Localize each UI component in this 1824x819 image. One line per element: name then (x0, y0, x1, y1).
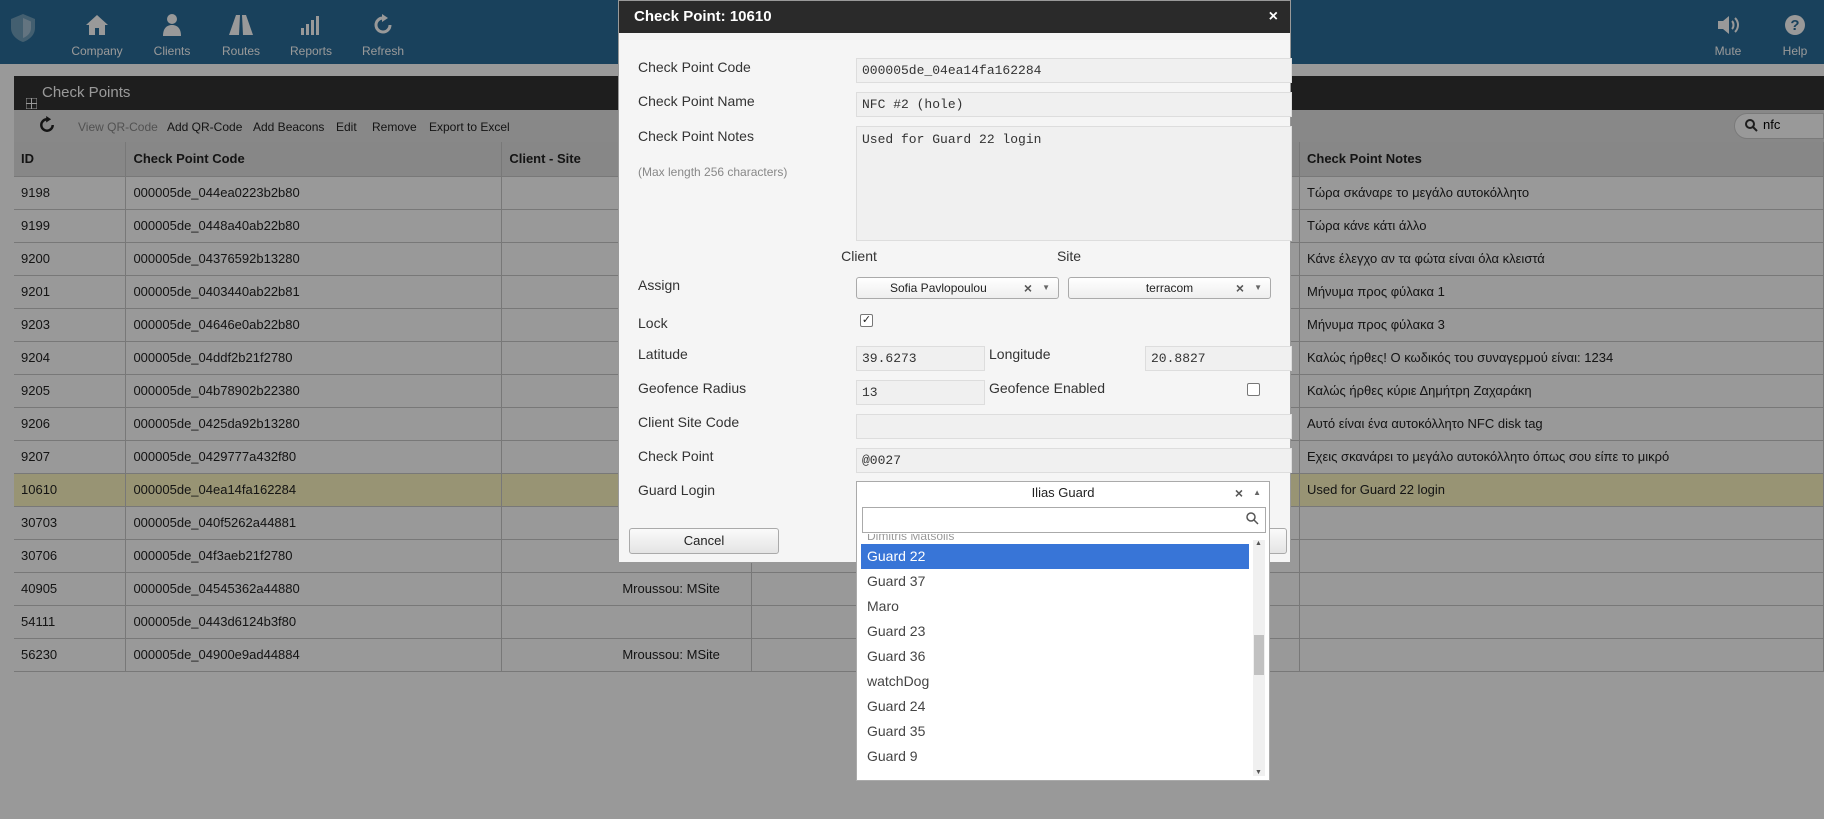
search-icon (1246, 512, 1259, 528)
site-column-header: Site (1056, 248, 1082, 264)
dropdown-option[interactable]: Guard 22 (861, 544, 1249, 569)
client-select[interactable]: Sofia Pavlopoulou × ▼ (856, 277, 1059, 299)
site-select[interactable]: terracom × ▼ (1068, 277, 1271, 299)
check-point-code-label: Check Point Code (638, 59, 751, 75)
scroll-up-icon[interactable]: ▲ (1255, 540, 1262, 547)
longitude-label: Longitude (989, 346, 1051, 362)
check-point-label: Check Point (638, 448, 714, 464)
chevron-down-icon: ▼ (1042, 283, 1050, 292)
dropdown-partial-option[interactable]: Dimitris Matsolis (867, 534, 954, 542)
geofence-enabled-checkbox[interactable] (1247, 383, 1260, 396)
dropdown-option[interactable]: Guard 24 (861, 694, 1249, 719)
latitude-label: Latitude (638, 346, 688, 362)
dropdown-option[interactable]: Guard 9 (861, 744, 1249, 769)
dropdown-search-input[interactable] (862, 507, 1266, 533)
clear-guard-icon[interactable]: × (1235, 482, 1243, 504)
lock-label: Lock (638, 315, 668, 331)
dropdown-option[interactable]: Maro (861, 594, 1249, 619)
clear-client-icon[interactable]: × (1024, 278, 1032, 298)
client-site-code-field[interactable] (856, 414, 1292, 439)
check-point-name-field[interactable]: NFC #2 (hole) (856, 92, 1292, 117)
check-point-notes-label: Check Point Notes (638, 128, 754, 144)
scrollbar-thumb[interactable] (1254, 635, 1264, 675)
dropdown-option[interactable]: Guard 37 (861, 569, 1249, 594)
dropdown-options-list: Guard 22 Guard 37 Maro Guard 23 Guard 36 watc… (861, 544, 1249, 776)
clear-site-icon[interactable]: × (1236, 278, 1244, 298)
chevron-down-icon: ▼ (1254, 283, 1262, 292)
client-site-code-label: Client Site Code (638, 414, 740, 430)
dropdown-option[interactable]: watchDog (861, 669, 1249, 694)
dropdown-option[interactable]: Guard 36 (861, 644, 1249, 669)
chevron-up-icon: ▲ (1253, 488, 1261, 497)
guard-login-dropdown: Dimitris Matsolis Guard 22 Guard 37 Maro Gu… (856, 504, 1270, 781)
check-point-code-field[interactable]: 000005de_04ea14fa162284 (856, 58, 1292, 83)
cancel-button[interactable]: Cancel (629, 528, 779, 554)
geofence-radius-label: Geofence Radius (638, 380, 747, 396)
assign-label: Assign (638, 277, 681, 293)
guard-login-select[interactable]: Ilias Guard × ▲ (856, 481, 1270, 505)
longitude-field[interactable]: 20.8827 (1145, 346, 1292, 371)
client-select-value: Sofia Pavlopoulou (890, 281, 987, 295)
guard-login-value: Ilias Guard (1031, 485, 1095, 500)
dialog-title: Check Point: 10610 (634, 8, 772, 25)
check-point-dialog: Check Point: 10610 × Check Point Code 00… (618, 0, 1292, 563)
check-point-name-label: Check Point Name (638, 93, 755, 109)
dropdown-scrollbar[interactable]: ▲ ▼ (1253, 540, 1265, 776)
dialog-title-bar: Check Point: 10610 × (619, 1, 1290, 33)
lock-checkbox[interactable]: ✓ (860, 314, 873, 327)
dropdown-option[interactable]: Guard 23 (861, 619, 1249, 644)
notes-max-length-hint: (Max length 256 characters) (638, 165, 788, 179)
guard-login-label: Guard Login (638, 482, 716, 498)
check-point-field[interactable]: @0027 (856, 448, 1292, 473)
geofence-radius-field[interactable]: 13 (856, 380, 985, 405)
scroll-down-icon[interactable]: ▼ (1255, 769, 1262, 776)
client-column-header: Client (841, 248, 877, 264)
latitude-field[interactable]: 39.6273 (856, 346, 985, 371)
site-select-value: terracom (1145, 281, 1194, 295)
close-icon[interactable]: × (1269, 1, 1278, 33)
geofence-enabled-label: Geofence Enabled (989, 380, 1105, 396)
dropdown-option[interactable]: Guard 35 (861, 719, 1249, 744)
check-point-notes-textarea[interactable]: Used for Guard 22 login (856, 126, 1292, 241)
